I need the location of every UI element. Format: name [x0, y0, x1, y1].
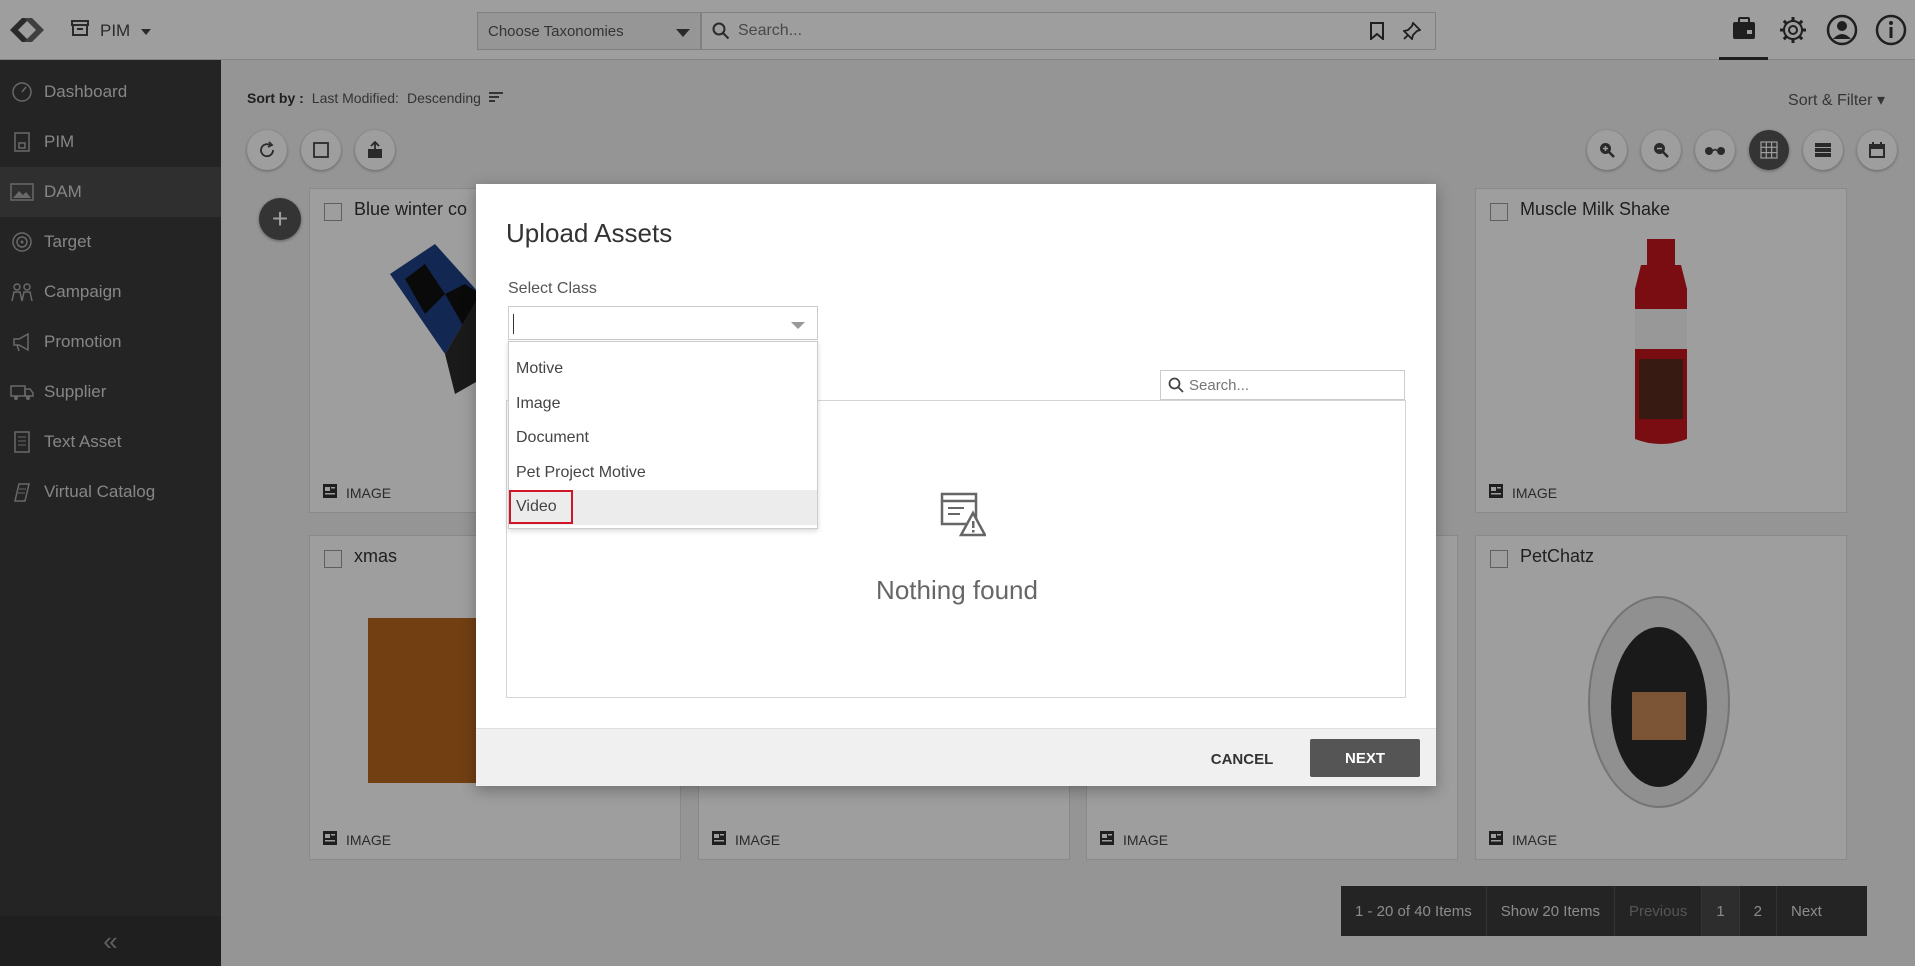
search-icon	[1168, 377, 1184, 398]
dialog-search-bar	[1160, 370, 1405, 400]
option-label: Image	[516, 394, 561, 412]
class-option-image[interactable]: Image	[509, 387, 817, 422]
class-dropdown-list: Motive Image Document Pet Project Motive…	[508, 341, 818, 529]
caret-down-icon[interactable]	[791, 322, 805, 329]
select-class-label: Select Class	[508, 280, 597, 297]
class-option-motive[interactable]: Motive	[509, 352, 817, 387]
class-option-video[interactable]: Video	[509, 490, 817, 525]
dialog-title: Upload Assets	[506, 218, 673, 248]
option-label: Document	[516, 429, 589, 447]
highlight-box	[509, 490, 573, 524]
text-cursor	[513, 314, 514, 334]
dialog-footer: CANCEL NEXT	[476, 728, 1436, 786]
class-option-pet-project-motive[interactable]: Pet Project Motive	[509, 456, 817, 491]
option-label: Pet Project Motive	[516, 463, 646, 481]
upload-assets-dialog: Upload Assets Select Class Motive Image …	[476, 184, 1436, 786]
cancel-button[interactable]: CANCEL	[1194, 741, 1290, 777]
class-option-document[interactable]: Document	[509, 421, 817, 456]
select-class-input[interactable]	[508, 306, 818, 340]
next-button[interactable]: NEXT	[1310, 739, 1420, 777]
no-results-warning-icon	[940, 491, 988, 542]
empty-state-text: Nothing found	[876, 575, 1038, 605]
option-label: Motive	[516, 360, 564, 378]
dialog-search-input[interactable]	[1189, 375, 1389, 395]
